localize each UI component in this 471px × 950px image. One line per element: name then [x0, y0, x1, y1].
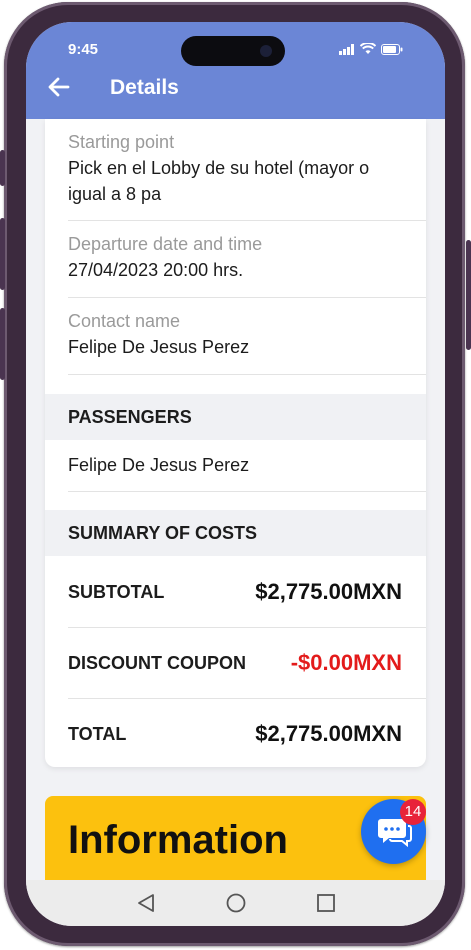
volume-down-button: [0, 308, 5, 380]
notification-badge: 14: [400, 799, 426, 825]
status-icons: [339, 43, 403, 55]
total-row: TOTAL $2,775.00MXN: [68, 699, 402, 769]
battery-icon: [381, 43, 403, 55]
volume-up-button: [0, 218, 5, 290]
subtotal-row: SUBTOTAL $2,775.00MXN: [68, 557, 402, 627]
contact-name-label: Contact name: [68, 311, 181, 331]
starting-point-label: Starting point: [68, 132, 175, 152]
subtotal-value: $2,775.00MXN: [255, 579, 402, 604]
discount-row: DISCOUNT COUPON -$0.00MXN: [68, 628, 402, 698]
departure-value: 27/04/2023 20:00 hrs.: [68, 260, 244, 280]
dynamic-island: [181, 36, 285, 66]
discount-value: -$0.00MXN: [290, 650, 402, 675]
power-button: [466, 240, 471, 350]
departure-label: Departure date and time: [68, 234, 263, 254]
passenger-name: Felipe De Jesus Perez: [68, 455, 250, 475]
starting-point-field: Starting point Pick en el Lobby de su ho…: [68, 129, 424, 207]
discount-label: DISCOUNT COUPON: [68, 652, 247, 673]
contact-name-value: Felipe De Jesus Perez: [68, 337, 250, 357]
nav-back-button[interactable]: [132, 889, 160, 917]
side-button: [0, 150, 5, 186]
nav-home-button[interactable]: [222, 889, 250, 917]
information-title: Information: [68, 818, 288, 862]
app-header: 9:45 Details: [26, 22, 445, 119]
passenger-item: Felipe De Jesus Perez: [68, 452, 424, 478]
passengers-heading: PASSENGERS: [45, 394, 426, 440]
back-arrow-icon[interactable]: [46, 74, 72, 100]
nav-recents-button[interactable]: [312, 889, 340, 917]
divider: [68, 220, 426, 221]
starting-point-value-line1: Pick en el Lobby de su hotel (mayor o: [68, 158, 370, 178]
total-label: TOTAL: [68, 723, 127, 744]
divider: [68, 297, 426, 298]
starting-point-value-line2: igual a 8 pa: [68, 184, 162, 204]
subtotal-label: SUBTOTAL: [68, 581, 165, 602]
contact-name-field: Contact name Felipe De Jesus Perez: [68, 308, 424, 360]
camera-icon: [260, 45, 272, 57]
nav-home-icon: [226, 893, 245, 913]
wifi-icon: [360, 43, 376, 54]
details-card: Starting point Pick en el Lobby de su ho…: [45, 119, 426, 767]
passengers-heading-text: PASSENGERS: [68, 407, 192, 427]
status-time: 9:45: [68, 41, 99, 58]
page-title: Details: [110, 76, 179, 99]
signal-icon: [339, 43, 354, 55]
total-value: $2,775.00MXN: [255, 721, 402, 746]
departure-field: Departure date and time 27/04/2023 20:00…: [68, 231, 424, 283]
costs-heading: SUMMARY OF COSTS: [45, 510, 426, 556]
divider: [68, 374, 426, 375]
screen: 9:45 Details Starting point Pick en el L…: [26, 22, 445, 926]
nav-back-icon: [137, 894, 154, 912]
nav-recents-icon: [316, 894, 335, 912]
android-nav-bar: [26, 880, 445, 926]
costs-heading-text: SUMMARY OF COSTS: [68, 523, 258, 543]
divider: [68, 491, 426, 492]
